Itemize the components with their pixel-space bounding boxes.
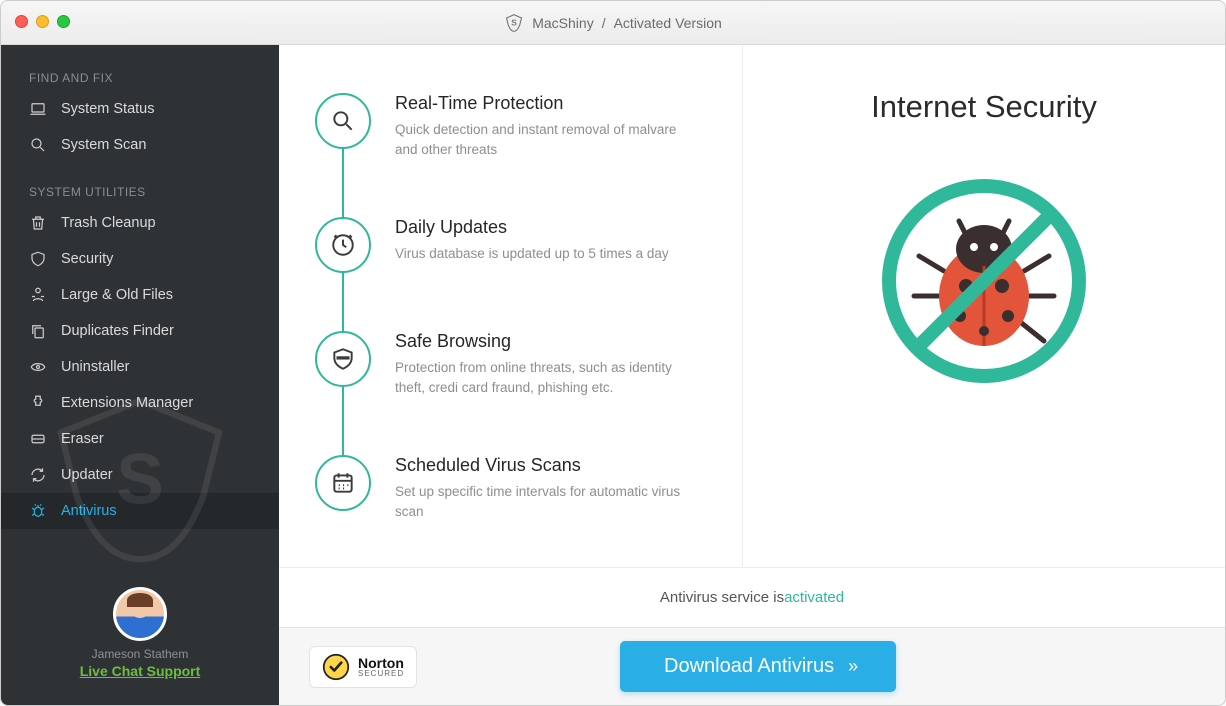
clock-icon	[315, 217, 371, 273]
support-agent-name: Jameson Stathem	[1, 647, 279, 661]
svg-text:S: S	[511, 17, 517, 27]
titlebar: S MacShiny / Activated Version	[1, 1, 1225, 45]
right-pane: Internet Security	[743, 45, 1225, 567]
sidebar-item-system-status[interactable]: System Status	[1, 91, 279, 127]
sidebar-section-system-utilities: SYSTEM UTILITIES	[1, 163, 279, 205]
feature-scheduled-scans: Scheduled Virus Scans Set up specific ti…	[315, 455, 706, 521]
feature-desc: Quick detection and instant removal of m…	[395, 120, 695, 159]
sidebar-item-large-old-files[interactable]: Large & Old Files	[1, 277, 279, 313]
bottom-bar: Norton SECURED Download Antivirus »	[279, 627, 1225, 705]
norton-checkmark-icon	[322, 653, 350, 681]
sidebar-item-label: System Status	[61, 101, 154, 117]
sidebar-item-label: System Scan	[61, 137, 146, 153]
close-window-button[interactable]	[15, 15, 28, 28]
features-list: Real-Time Protection Quick detection and…	[279, 45, 743, 567]
sidebar-item-trash-cleanup[interactable]: Trash Cleanup	[1, 205, 279, 241]
sidebar-section-find-fix: FIND AND FIX	[1, 45, 279, 91]
sidebar-item-label: Extensions Manager	[61, 395, 193, 411]
magnifier-icon	[315, 93, 371, 149]
support-avatar	[113, 587, 167, 641]
download-antivirus-button[interactable]: Download Antivirus »	[620, 641, 896, 692]
sidebar-item-duplicates-finder[interactable]: Duplicates Finder	[1, 313, 279, 349]
sidebar-item-eraser[interactable]: Eraser	[1, 421, 279, 457]
sidebar-item-antivirus[interactable]: Antivirus	[1, 493, 279, 529]
sidebar-item-label: Antivirus	[61, 503, 117, 519]
title-separator: /	[602, 15, 606, 31]
main-content: Real-Time Protection Quick detection and…	[279, 45, 1225, 705]
minimize-window-button[interactable]	[36, 15, 49, 28]
sidebar-item-label: Uninstaller	[61, 359, 130, 375]
status-bar: Antivirus service is activated	[279, 567, 1225, 627]
trash-icon	[29, 214, 47, 232]
feature-title: Scheduled Virus Scans	[395, 455, 695, 476]
sidebar-item-label: Updater	[61, 467, 113, 483]
norton-brand: Norton	[358, 656, 404, 670]
feature-desc: Set up specific time intervals for autom…	[395, 482, 695, 521]
app-logo-icon: S	[504, 13, 524, 33]
sidebar-footer: Jameson Stathem Live Chat Support	[1, 587, 279, 705]
maximize-window-button[interactable]	[57, 15, 70, 28]
bug-icon	[29, 502, 47, 520]
puzzle-icon	[29, 394, 47, 412]
sidebar-item-label: Eraser	[61, 431, 104, 447]
shield-badge-icon	[315, 331, 371, 387]
feature-desc: Protection from online threats, such as …	[395, 358, 695, 397]
search-icon	[29, 136, 47, 154]
page-heading: Internet Security	[871, 89, 1097, 125]
download-label: Download Antivirus	[664, 655, 834, 678]
norton-secured-badge: Norton SECURED	[309, 646, 417, 688]
activation-status: Activated Version	[614, 15, 722, 31]
eraser-icon	[29, 430, 47, 448]
sidebar-item-label: Security	[61, 251, 113, 267]
sidebar-item-extensions-manager[interactable]: Extensions Manager	[1, 385, 279, 421]
feature-title: Safe Browsing	[395, 331, 695, 352]
feature-title: Daily Updates	[395, 217, 669, 238]
sidebar-item-label: Large & Old Files	[61, 287, 173, 303]
feature-daily-updates: Daily Updates Virus database is updated …	[315, 217, 706, 273]
connector-line	[342, 121, 344, 491]
files-icon	[29, 286, 47, 304]
copy-icon	[29, 322, 47, 340]
feature-desc: Virus database is updated up to 5 times …	[395, 244, 669, 264]
status-prefix: Antivirus service is	[660, 589, 784, 606]
feature-title: Real-Time Protection	[395, 93, 695, 114]
laptop-icon	[29, 100, 47, 118]
sidebar-item-label: Duplicates Finder	[61, 323, 174, 339]
app-window: S MacShiny / Activated Version FIND AND …	[0, 0, 1226, 706]
feature-safe-browsing: Safe Browsing Protection from online thr…	[315, 331, 706, 397]
app-name: MacShiny	[532, 15, 593, 31]
sidebar: FIND AND FIX System Status System Scan S…	[1, 45, 279, 705]
sidebar-item-system-scan[interactable]: System Scan	[1, 127, 279, 163]
window-controls	[15, 15, 70, 28]
live-chat-support-link[interactable]: Live Chat Support	[80, 663, 201, 679]
norton-tag: SECURED	[358, 670, 404, 678]
chevron-right-icon: »	[848, 656, 852, 677]
sidebar-item-label: Trash Cleanup	[61, 215, 156, 231]
feature-real-time-protection: Real-Time Protection Quick detection and…	[315, 93, 706, 159]
no-bug-illustration	[874, 171, 1094, 391]
uninstall-icon	[29, 358, 47, 376]
sidebar-item-uninstaller[interactable]: Uninstaller	[1, 349, 279, 385]
sidebar-item-updater[interactable]: Updater	[1, 457, 279, 493]
calendar-icon	[315, 455, 371, 511]
shield-icon	[29, 250, 47, 268]
sidebar-item-security[interactable]: Security	[1, 241, 279, 277]
status-value: activated	[784, 589, 844, 606]
refresh-icon	[29, 466, 47, 484]
title-text: S MacShiny / Activated Version	[504, 13, 722, 33]
